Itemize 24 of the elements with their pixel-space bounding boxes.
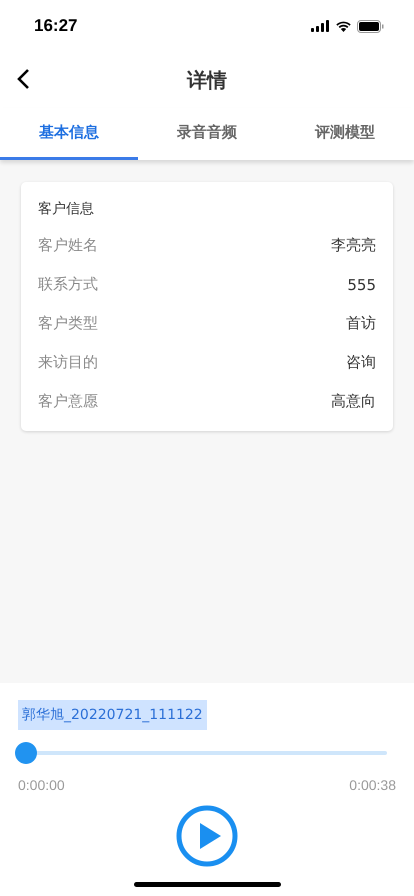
wifi-icon [335,20,352,32]
slider-thumb[interactable] [15,742,37,764]
field-value: 李亮亮 [331,236,376,255]
signal-icon [311,20,330,32]
field-value: 555 [347,276,376,294]
tab[interactable]: 基本信息 [0,108,138,160]
play-button[interactable] [176,805,238,867]
page-title: 详情 [187,66,227,94]
field-value: 首访 [346,314,376,333]
field-value: 咨询 [346,353,376,372]
field-label: 客户类型 [38,314,98,333]
field-value: 高意向 [331,392,376,411]
tab[interactable]: 评测模型 [276,108,414,160]
field-label: 客户姓名 [38,236,98,255]
status-time: 16:27 [34,16,78,36]
field-label: 客户意愿 [38,392,98,411]
battery-icon [357,20,384,32]
card-title: 客户信息 [38,200,95,219]
total-time: 0:00:38 [349,777,396,793]
field-label: 来访目的 [38,353,98,372]
tab[interactable]: 录音音频 [138,108,276,160]
elapsed-time: 0:00:00 [18,777,65,793]
field-label: 联系方式 [38,275,98,294]
file-name: 郭华旭_20220721_111122 [18,700,207,730]
